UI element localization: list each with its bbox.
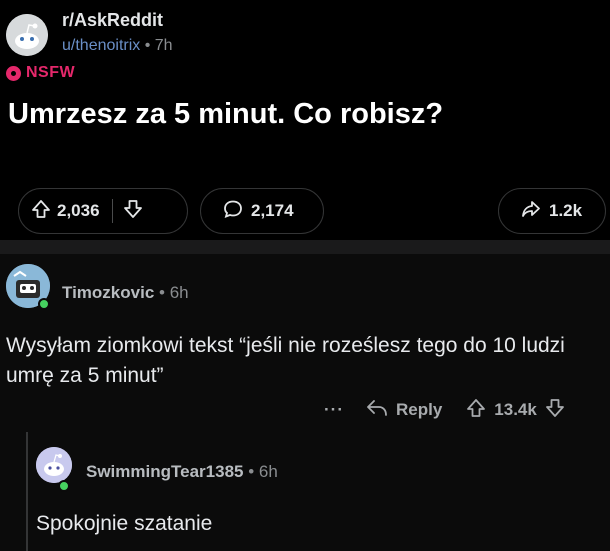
comment-author[interactable]: SwimmingTear1385 xyxy=(86,462,243,481)
comment-meta: • 6h xyxy=(248,462,278,481)
user-avatar-icon[interactable] xyxy=(36,447,72,483)
thread-line[interactable] xyxy=(26,432,28,551)
comment-vote: 13.4k xyxy=(466,398,565,423)
comments-button[interactable]: 2,174 xyxy=(200,188,324,234)
online-indicator xyxy=(58,480,70,492)
subreddit-name[interactable]: r/AskReddit xyxy=(62,10,163,31)
downvote-icon[interactable] xyxy=(123,199,143,224)
online-indicator xyxy=(38,298,50,310)
comment-actions: ··· Reply 13.4k xyxy=(324,397,565,423)
comment-author[interactable]: Timozkovic xyxy=(62,283,154,302)
comment-author-line: SwimmingTear1385 • 6h xyxy=(86,462,278,482)
meta-separator: • xyxy=(144,37,151,54)
vote-divider xyxy=(111,199,113,223)
section-divider xyxy=(0,240,610,254)
share-count: 1.2k xyxy=(549,201,583,220)
comment-score: 13.4k xyxy=(494,400,537,419)
post-title[interactable]: Umrzesz za 5 minut. Co robisz? xyxy=(8,98,443,131)
reply-button[interactable]: Reply xyxy=(366,399,442,422)
comment-meta: • 6h xyxy=(159,283,189,302)
nsfw-label: NSFW xyxy=(26,64,76,81)
comment-author-line: Timozkovic • 6h xyxy=(62,283,189,303)
reply-label: Reply xyxy=(395,400,443,419)
subreddit-avatar-icon[interactable] xyxy=(6,14,48,56)
upvote-icon[interactable] xyxy=(466,398,486,423)
vote-bar: 2,036 xyxy=(18,188,188,234)
upvote-count: 2,036 xyxy=(57,201,100,220)
comment-count: 2,174 xyxy=(251,201,294,220)
more-icon[interactable]: ··· xyxy=(324,400,344,420)
post-time: 7h xyxy=(154,37,173,54)
comment-icon xyxy=(223,199,243,224)
share-button[interactable]: 1.2k xyxy=(498,188,606,234)
comment-body: Spokojnie szatanie xyxy=(36,512,213,535)
upvote-icon[interactable] xyxy=(31,199,51,224)
post-author[interactable]: u/thenoitrix xyxy=(62,37,140,54)
reply-icon xyxy=(366,399,388,422)
comment-body: Wysyłam ziomkowi tekst “jeśli nie roześl… xyxy=(6,334,565,387)
nsfw-icon xyxy=(6,65,21,81)
post-card: r/AskReddit u/thenoitrix • 7h NSFW Umrze… xyxy=(0,0,610,238)
share-icon xyxy=(521,199,541,224)
nsfw-flair: NSFW xyxy=(6,64,75,82)
downvote-icon[interactable] xyxy=(545,398,565,423)
post-author-line: u/thenoitrix • 7h xyxy=(62,37,173,55)
